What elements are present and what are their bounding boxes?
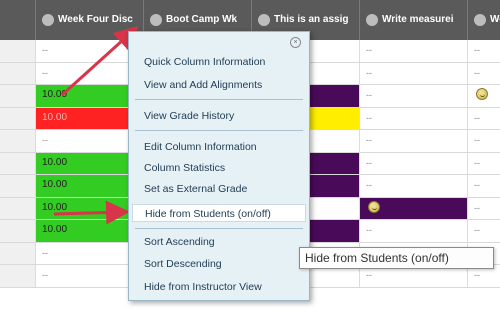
menu-divider: [135, 130, 303, 131]
menu-item-column-statistics[interactable]: Column Statistics: [144, 159, 304, 177]
menu-item-edit-column-info[interactable]: Edit Column Information: [144, 138, 304, 156]
column-context-menu: × Quick Column Information View and Add …: [128, 31, 310, 301]
menu-divider: [135, 228, 303, 229]
menu-item-sort-descending[interactable]: Sort Descending: [144, 255, 304, 273]
arrow-to-column-menu: [60, 25, 139, 97]
close-icon[interactable]: ×: [290, 37, 301, 48]
menu-item-sort-ascending[interactable]: Sort Ascending: [144, 233, 304, 251]
menu-item-quick-column-info[interactable]: Quick Column Information: [144, 53, 304, 71]
menu-item-set-external-grade[interactable]: Set as External Grade: [144, 180, 304, 198]
tooltip: Hide from Students (on/off): [299, 247, 494, 269]
menu-item-hide-from-students[interactable]: Hide from Students (on/off): [132, 204, 306, 222]
menu-item-view-add-alignments[interactable]: View and Add Alignments: [144, 76, 304, 94]
menu-divider: [135, 99, 303, 100]
arrow-to-hide-option: [53, 200, 130, 225]
menu-item-hide-from-instructor[interactable]: Hide from Instructor View: [144, 278, 304, 296]
menu-item-view-grade-history[interactable]: View Grade History: [144, 107, 304, 125]
grade-center-grid: Week Four Disc Boot Camp Wk This is an a…: [0, 0, 500, 314]
